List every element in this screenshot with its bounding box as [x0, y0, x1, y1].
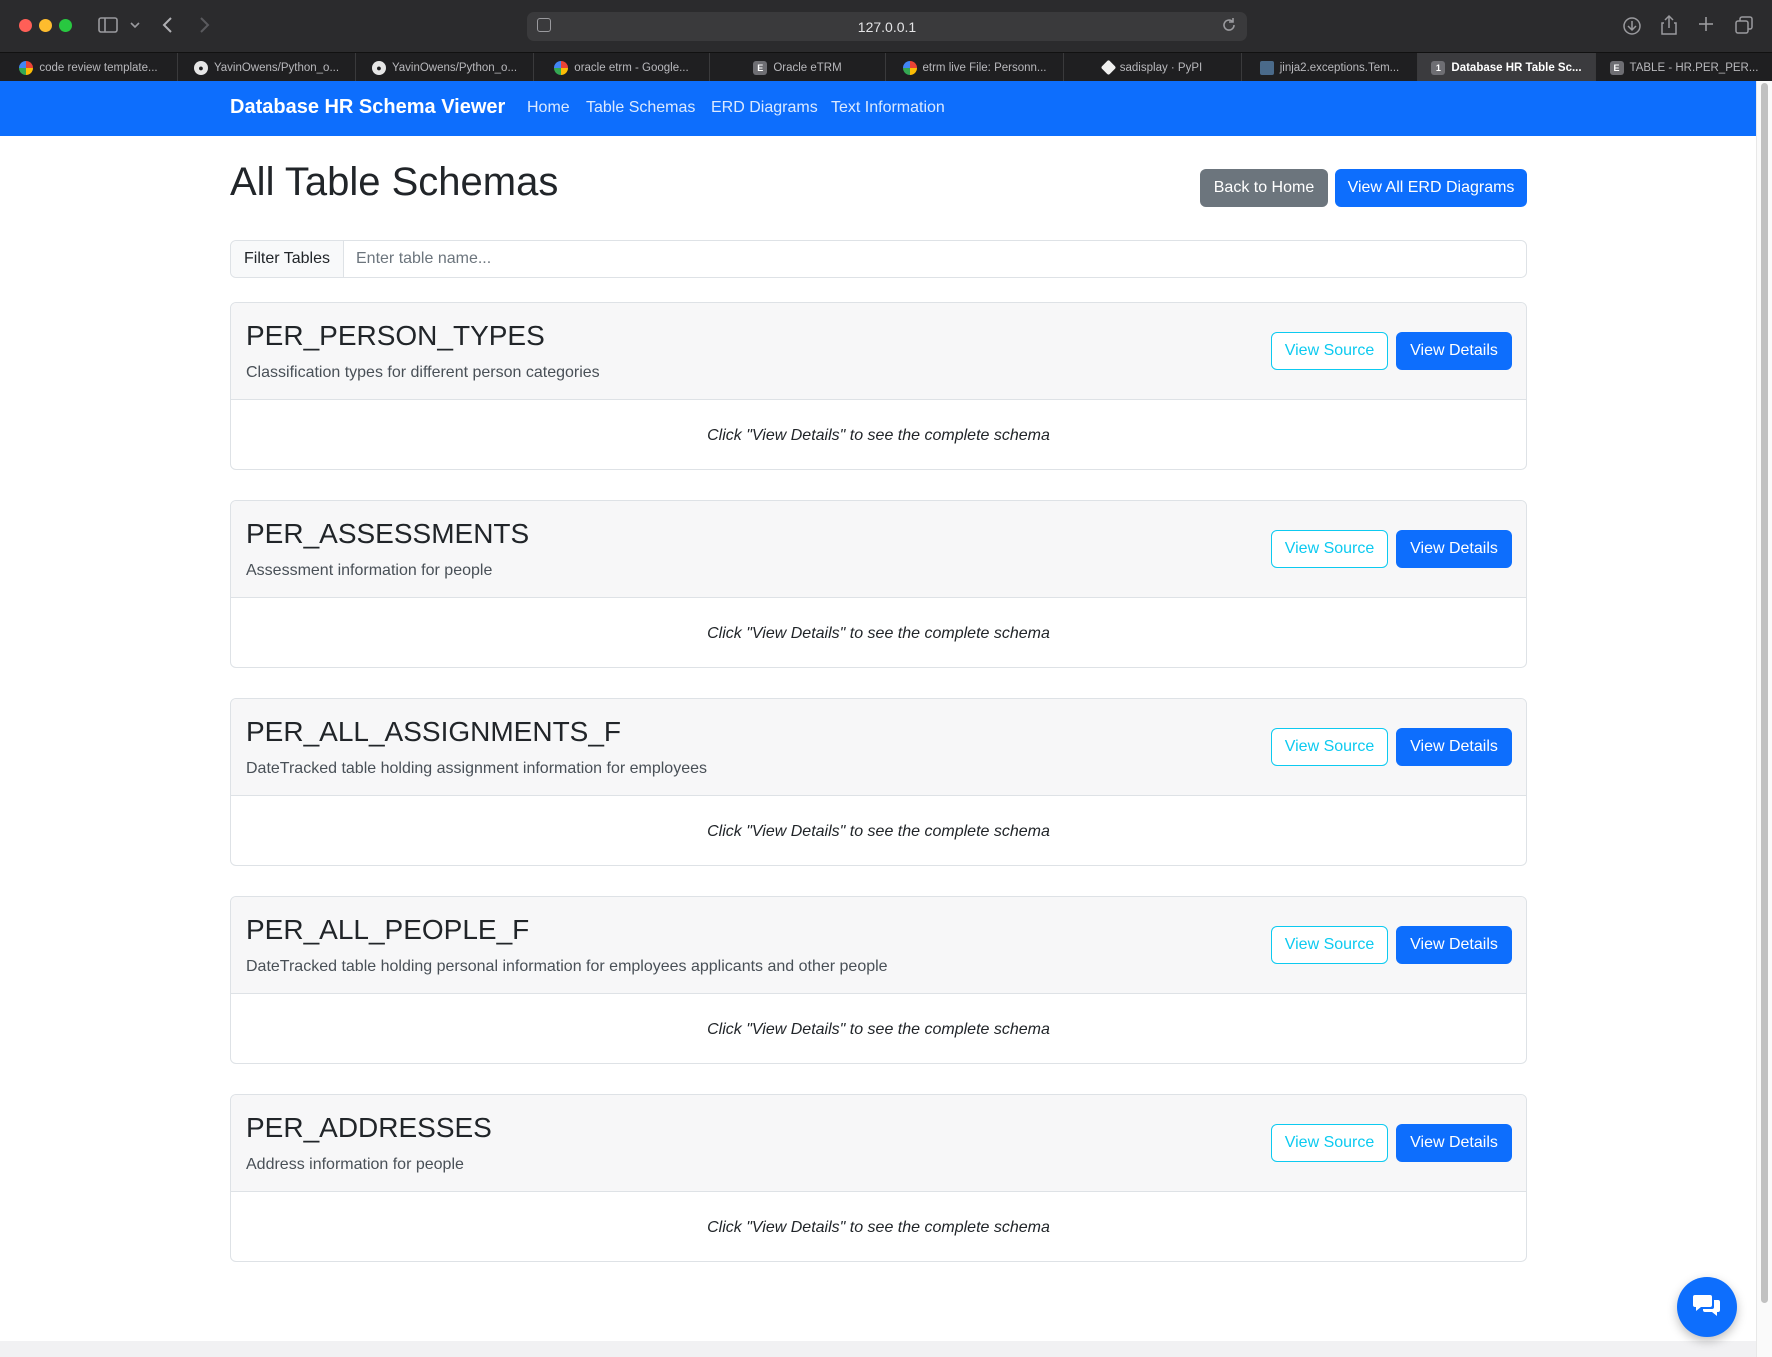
- browser-tab-active[interactable]: 1 Database HR Table Sc...: [1418, 53, 1596, 82]
- card-body-hint: Click "View Details" to see the complete…: [707, 1020, 1050, 1038]
- sidebar-toggle-icon[interactable]: [98, 16, 118, 37]
- card-body-hint: Click "View Details" to see the complete…: [707, 426, 1050, 444]
- browser-tab[interactable]: code review template...: [0, 53, 178, 82]
- table-card: PER_ASSESSMENTS Assessment information f…: [230, 500, 1527, 668]
- table-description: Address information for people: [246, 1156, 464, 1173]
- terminal-icon: [1259, 60, 1274, 75]
- card-header: PER_ALL_ASSIGNMENTS_F DateTracked table …: [231, 699, 1526, 796]
- card-body-hint: Click "View Details" to see the complete…: [707, 1218, 1050, 1236]
- table-name: PER_ALL_PEOPLE_F: [246, 914, 530, 945]
- table-card: PER_ALL_PEOPLE_F DateTracked table holdi…: [230, 896, 1527, 1064]
- card-header: PER_PERSON_TYPES Classification types fo…: [231, 303, 1526, 400]
- table-description: Classification types for different perso…: [246, 364, 600, 381]
- browser-tab[interactable]: E TABLE - HR.PER_PER...: [1596, 53, 1772, 82]
- back-to-home-button[interactable]: Back to Home: [1200, 169, 1328, 207]
- tab-label: etrm live File: Personn...: [922, 61, 1047, 74]
- tab-strip: code review template... ● YavinOwens/Pyt…: [0, 52, 1772, 82]
- browser-tab[interactable]: E Oracle eTRM: [710, 53, 886, 82]
- e-icon: E: [753, 60, 768, 75]
- google-icon: [19, 60, 34, 75]
- table-name: PER_ADDRESSES: [246, 1112, 492, 1143]
- view-source-button[interactable]: View Source: [1271, 332, 1388, 370]
- browser-tab[interactable]: etrm live File: Personn...: [886, 53, 1064, 82]
- address-bar[interactable]: 127.0.0.1: [527, 12, 1247, 41]
- view-details-button[interactable]: View Details: [1396, 926, 1512, 964]
- view-source-button[interactable]: View Source: [1271, 728, 1388, 766]
- new-tab-icon[interactable]: [1697, 15, 1715, 36]
- page-title: All Table Schemas: [230, 160, 559, 204]
- page-footer-strip: [0, 1341, 1756, 1357]
- browser-tab[interactable]: ● YavinOwens/Python_o...: [178, 53, 356, 82]
- card-header: PER_ADDRESSES Address information for pe…: [231, 1095, 1526, 1192]
- view-source-button[interactable]: View Source: [1271, 1124, 1388, 1162]
- filter-tables-input[interactable]: [344, 241, 1526, 277]
- tab-label: oracle etrm - Google...: [574, 61, 689, 74]
- table-description: DateTracked table holding personal infor…: [246, 958, 888, 975]
- tab-label: code review template...: [39, 61, 158, 74]
- tab-label: sadisplay · PyPI: [1119, 61, 1203, 74]
- view-details-button[interactable]: View Details: [1396, 332, 1512, 370]
- close-window-button[interactable]: [19, 19, 32, 32]
- github-icon: ●: [193, 60, 208, 75]
- card-header: PER_ASSESSMENTS Assessment information f…: [231, 501, 1526, 598]
- table-name: PER_ASSESSMENTS: [246, 518, 530, 549]
- view-details-button[interactable]: View Details: [1396, 728, 1512, 766]
- back-icon[interactable]: [162, 16, 174, 37]
- tab-label: jinja2.exceptions.Tem...: [1279, 61, 1400, 74]
- minimize-window-button[interactable]: [39, 19, 52, 32]
- url-text: 127.0.0.1: [857, 19, 917, 35]
- number-icon: 1: [1431, 60, 1446, 75]
- card-header: PER_ALL_PEOPLE_F DateTracked table holdi…: [231, 897, 1526, 994]
- forward-icon[interactable]: [198, 16, 210, 37]
- card-body-hint: Click "View Details" to see the complete…: [707, 624, 1050, 642]
- table-name: PER_PERSON_TYPES: [246, 320, 545, 351]
- filter-tables-label: Filter Tables: [231, 241, 344, 277]
- navbar: Database HR Schema Viewer Home Table Sch…: [0, 81, 1756, 136]
- table-name: PER_ALL_ASSIGNMENTS_F: [246, 716, 622, 747]
- table-description: Assessment information for people: [246, 562, 493, 579]
- view-source-button[interactable]: View Source: [1271, 926, 1388, 964]
- browser-tab[interactable]: ● YavinOwens/Python_o...: [356, 53, 534, 82]
- chevron-down-icon[interactable]: [130, 17, 140, 35]
- nav-link-text-information[interactable]: Text Information: [831, 99, 945, 117]
- table-card: PER_ADDRESSES Address information for pe…: [230, 1094, 1527, 1262]
- google-icon: [902, 60, 917, 75]
- zoom-window-button[interactable]: [59, 19, 72, 32]
- view-source-button[interactable]: View Source: [1271, 530, 1388, 568]
- browser-tab[interactable]: sadisplay · PyPI: [1064, 53, 1242, 82]
- browser-tab[interactable]: oracle etrm - Google...: [534, 53, 710, 82]
- google-icon: [554, 60, 569, 75]
- view-details-button[interactable]: View Details: [1396, 1124, 1512, 1162]
- nav-link-erd-diagrams[interactable]: ERD Diagrams: [711, 99, 818, 117]
- tab-label: YavinOwens/Python_o...: [213, 61, 340, 74]
- browser-tab[interactable]: jinja2.exceptions.Tem...: [1242, 53, 1418, 82]
- chat-bubbles-icon: [1692, 1292, 1722, 1323]
- filter-tables-group: Filter Tables: [230, 240, 1527, 278]
- nav-link-home[interactable]: Home: [527, 99, 570, 117]
- pypi-icon: [1100, 59, 1117, 76]
- scrollbar-thumb[interactable]: [1761, 83, 1768, 1303]
- github-icon: ●: [371, 60, 386, 75]
- navbar-brand[interactable]: Database HR Schema Viewer: [230, 96, 505, 119]
- table-card: PER_PERSON_TYPES Classification types fo…: [230, 302, 1527, 470]
- tab-label: Database HR Table Sc...: [1451, 61, 1582, 74]
- tab-label: Oracle eTRM: [773, 61, 842, 74]
- scrollbar[interactable]: [1756, 81, 1772, 1357]
- view-details-button[interactable]: View Details: [1396, 530, 1512, 568]
- nav-link-table-schemas[interactable]: Table Schemas: [586, 99, 695, 117]
- tab-overview-icon[interactable]: [1734, 15, 1754, 38]
- chat-button[interactable]: [1677, 1277, 1737, 1337]
- share-icon[interactable]: [1660, 14, 1678, 39]
- tab-label: TABLE - HR.PER_PER...: [1629, 61, 1759, 74]
- browser-toolbar: 127.0.0.1: [0, 0, 1772, 52]
- view-all-erd-button[interactable]: View All ERD Diagrams: [1335, 169, 1527, 207]
- download-icon[interactable]: [1622, 16, 1642, 39]
- tab-label: YavinOwens/Python_o...: [391, 61, 518, 74]
- card-body-hint: Click "View Details" to see the complete…: [707, 822, 1050, 840]
- table-description: DateTracked table holding assignment inf…: [246, 760, 707, 777]
- table-card: PER_ALL_ASSIGNMENTS_F DateTracked table …: [230, 698, 1527, 866]
- e-icon: E: [1609, 60, 1624, 75]
- reload-icon[interactable]: [1221, 17, 1237, 38]
